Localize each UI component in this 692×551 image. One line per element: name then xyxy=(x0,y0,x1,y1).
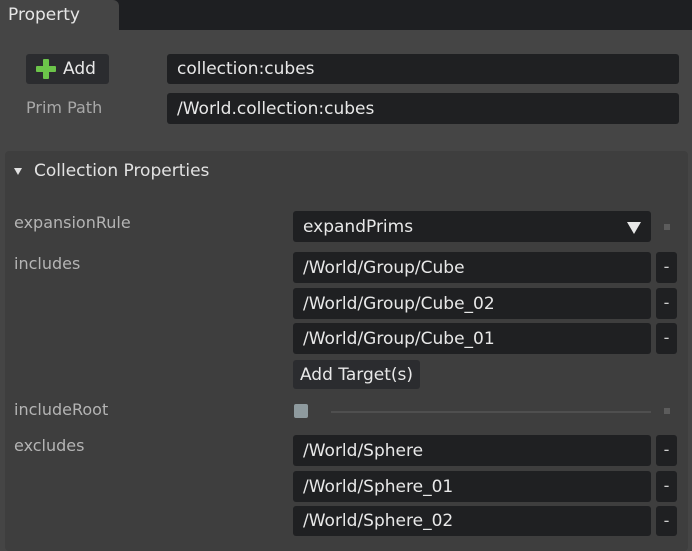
remove-include-button[interactable]: - xyxy=(656,252,677,283)
include-root-checkbox[interactable] xyxy=(294,404,308,418)
triangle-down-icon xyxy=(14,167,22,175)
add-targets-button[interactable]: Add Target(s) xyxy=(293,360,420,389)
includes-label: includes xyxy=(14,254,81,273)
dropdown-arrow-icon xyxy=(627,222,641,234)
remove-exclude-button[interactable]: - xyxy=(656,435,677,466)
collection-properties-title: Collection Properties xyxy=(34,161,210,181)
remove-exclude-button[interactable]: - xyxy=(656,471,677,502)
excludes-item[interactable]: /World/Sphere xyxy=(293,435,651,466)
expansion-rule-value: expandPrims xyxy=(303,216,414,237)
add-button[interactable]: Add xyxy=(26,54,109,84)
includes-item[interactable]: /World/Group/Cube_01 xyxy=(293,323,651,354)
excludes-item[interactable]: /World/Sphere_02 xyxy=(293,506,651,536)
name-field[interactable]: collection:cubes xyxy=(167,54,679,84)
expansion-rule-label: expansionRule xyxy=(14,213,131,232)
tab-bar: Property xyxy=(0,0,692,30)
plus-icon xyxy=(36,59,56,79)
default-indicator-icon xyxy=(664,408,670,414)
include-root-label: includeRoot xyxy=(14,400,109,419)
excludes-item[interactable]: /World/Sphere_01 xyxy=(293,471,651,502)
remove-exclude-button[interactable]: - xyxy=(656,506,677,536)
includes-item[interactable]: /World/Group/Cube xyxy=(293,252,651,283)
excludes-label: excludes xyxy=(14,436,85,455)
add-button-label: Add xyxy=(63,59,96,79)
prim-path-label: Prim Path xyxy=(26,98,103,117)
includes-item[interactable]: /World/Group/Cube_02 xyxy=(293,288,651,319)
expansion-rule-dropdown[interactable]: expandPrims xyxy=(293,211,651,242)
tab-property[interactable]: Property xyxy=(0,0,119,30)
default-indicator-icon xyxy=(664,224,670,230)
remove-include-button[interactable]: - xyxy=(656,323,677,354)
prim-path-field[interactable]: /World.collection:cubes xyxy=(167,93,679,124)
remove-include-button[interactable]: - xyxy=(656,288,677,319)
include-root-track xyxy=(331,411,651,413)
collection-properties-header[interactable]: Collection Properties xyxy=(14,161,209,181)
